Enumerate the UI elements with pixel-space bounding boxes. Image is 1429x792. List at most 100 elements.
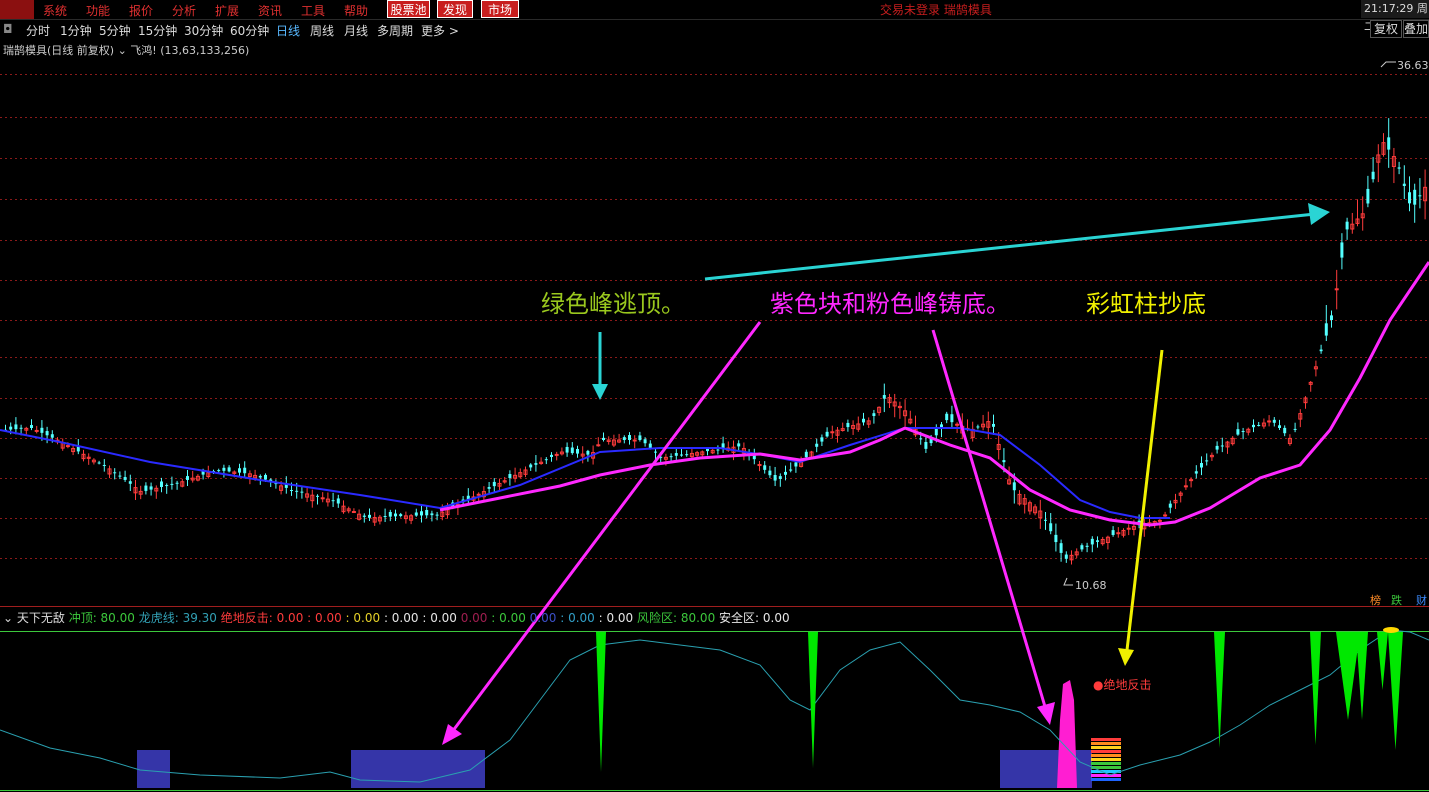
candle-down <box>258 475 262 478</box>
candle-down <box>123 477 127 480</box>
menu-news[interactable]: 资讯 <box>258 2 282 19</box>
candle-down <box>1194 471 1198 474</box>
candle-down <box>1319 349 1323 352</box>
candle-down <box>383 516 387 518</box>
annotation-green-peak: 绿色峰逃顶。 <box>541 290 685 318</box>
green-peak <box>808 632 818 768</box>
menu-system[interactable]: 系统 <box>43 2 67 19</box>
panel-toggle-icon[interactable]: ◘ <box>3 22 13 36</box>
candle-down <box>654 451 657 453</box>
rainbow-bar <box>1091 754 1121 757</box>
candle-down <box>789 469 793 471</box>
tab-60min[interactable]: 60分钟 <box>230 22 269 39</box>
candle-up <box>596 444 601 447</box>
tab-30min[interactable]: 30分钟 <box>184 22 223 39</box>
stock-pool-button[interactable]: 股票池 <box>387 0 430 18</box>
tab-intraday[interactable]: 分时 <box>26 22 50 39</box>
tab-daily[interactable]: 日线 <box>276 22 300 39</box>
menu-extend[interactable]: 扩展 <box>215 2 239 19</box>
candle-up <box>65 445 70 448</box>
tab-multi-period[interactable]: 多周期 <box>377 22 413 39</box>
candle-down <box>492 481 496 487</box>
green-peak <box>1388 632 1403 750</box>
menu-analysis[interactable]: 分析 <box>172 2 196 19</box>
candle-down <box>14 424 18 430</box>
app-logo <box>0 0 34 19</box>
candle-down <box>300 491 304 493</box>
tag-rank[interactable]: 榜 <box>1370 592 1381 608</box>
candle-down <box>1085 545 1089 547</box>
tab-more[interactable]: 更多 > <box>421 22 459 39</box>
ind-value: : 0.00 <box>487 611 526 625</box>
ind-value: : 0.00 <box>303 611 342 625</box>
candle-down <box>825 431 829 437</box>
candle-down <box>19 427 23 429</box>
tag-finance[interactable]: 财 <box>1416 592 1427 608</box>
tab-monthly[interactable]: 月线 <box>344 22 368 39</box>
candle-down <box>394 513 397 517</box>
green-peak <box>1377 632 1388 690</box>
market-button[interactable]: 市场 <box>481 0 519 18</box>
candle-down <box>680 454 683 456</box>
green-peak <box>1336 632 1360 720</box>
menu-help[interactable]: 帮助 <box>344 2 368 19</box>
candle-up <box>955 423 960 426</box>
rainbow-bar <box>1091 758 1121 761</box>
kline-chart-canvas[interactable] <box>0 0 1429 792</box>
candle-up <box>351 511 356 514</box>
candle-up <box>1157 519 1162 522</box>
candle-down <box>1205 460 1209 462</box>
candle-up <box>1116 532 1121 535</box>
tab-1min[interactable]: 1分钟 <box>60 22 92 39</box>
candle-down <box>45 431 49 436</box>
overlay-button[interactable]: 叠加 <box>1403 20 1429 38</box>
purple-block <box>137 750 170 788</box>
discover-button[interactable]: 发现 <box>437 0 473 18</box>
menu-tools[interactable]: 工具 <box>301 2 325 19</box>
candle-down <box>149 486 153 490</box>
candle-down <box>924 441 928 449</box>
candle-down <box>144 485 148 491</box>
candle-down <box>669 456 673 458</box>
candle-down <box>160 481 163 487</box>
menu-function[interactable]: 功能 <box>86 2 110 19</box>
candle-down <box>1044 519 1047 521</box>
indicator-name[interactable]: ⌄ 天下无敌 <box>3 611 65 625</box>
candle-down <box>388 511 392 517</box>
candle-up <box>1163 514 1168 517</box>
stock-info: 瑞鹄模具(日线 前复权) ⌄ 飞鸿! (13,63,133,256) <box>3 44 250 57</box>
candle-down <box>368 514 371 518</box>
candle-up <box>1267 420 1272 423</box>
candle-down <box>1111 530 1115 535</box>
annotation-purple-block: 紫色块和粉色峰铸底。 <box>770 290 1010 318</box>
candle-down <box>882 395 886 399</box>
tag-fall[interactable]: 跌 <box>1391 592 1402 608</box>
green-peak <box>596 632 606 772</box>
candle-down <box>1272 419 1276 423</box>
candle-down <box>113 472 117 474</box>
candle-down <box>1366 188 1370 204</box>
tab-5min[interactable]: 5分钟 <box>99 22 131 39</box>
candle-down <box>1054 534 1058 543</box>
candle-down <box>763 465 767 470</box>
candle-down <box>430 513 434 516</box>
candle-down <box>550 454 553 457</box>
high-price-label: 36.63 <box>1397 59 1429 72</box>
candle-down <box>768 470 772 476</box>
candle-down <box>1080 545 1084 550</box>
candle-down <box>102 464 106 466</box>
adjust-button[interactable]: 复权 <box>1370 20 1402 38</box>
tab-15min[interactable]: 15分钟 <box>138 22 177 39</box>
candle-down <box>186 476 189 480</box>
candle-down <box>919 438 923 440</box>
candle-down <box>1293 428 1297 430</box>
candle-down <box>1283 427 1287 434</box>
candle-down <box>1168 503 1172 508</box>
candlesticks <box>4 118 1428 565</box>
rainbow-bar <box>1091 750 1121 753</box>
candle-down <box>1090 538 1094 545</box>
candle-down <box>30 425 33 428</box>
tab-weekly[interactable]: 周线 <box>310 22 334 39</box>
candle-down <box>1418 195 1422 197</box>
menu-quote[interactable]: 报价 <box>129 2 153 19</box>
